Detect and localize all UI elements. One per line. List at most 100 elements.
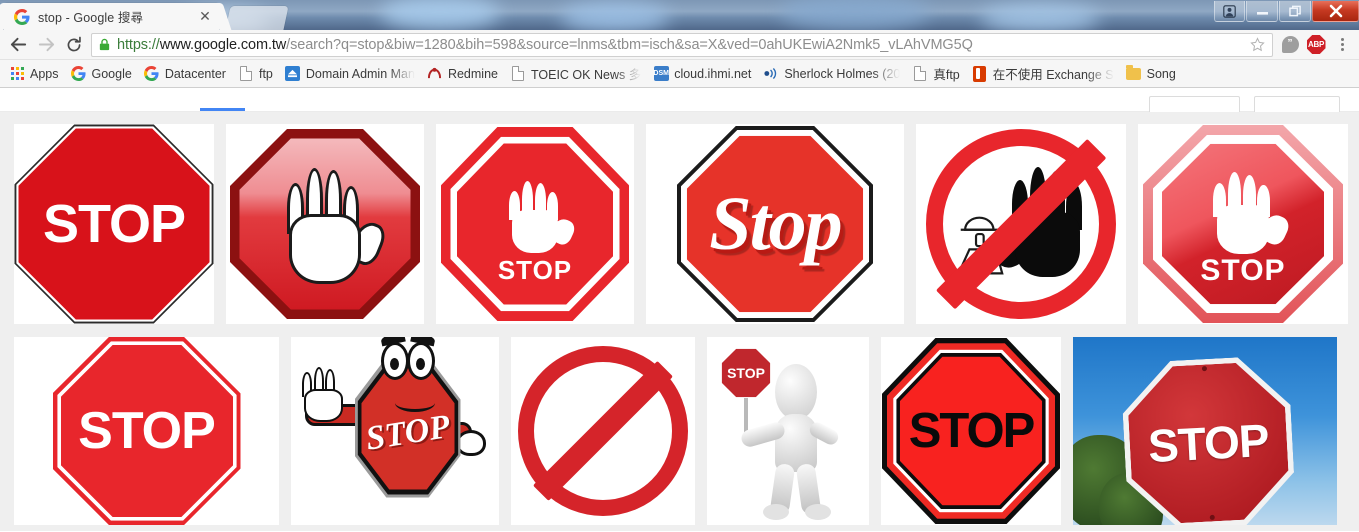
hand-symbol xyxy=(301,366,347,422)
hand-symbol xyxy=(508,179,578,253)
image-result-prohibition-black-hand-sign[interactable] xyxy=(916,124,1126,324)
document-icon xyxy=(238,66,254,82)
image-result-prohibition-empty-sign[interactable] xyxy=(511,337,695,525)
bookmark-label: Datacenter xyxy=(164,66,226,81)
person-icon xyxy=(1223,4,1236,18)
restore-button[interactable] xyxy=(1279,1,1311,22)
back-arrow-icon xyxy=(10,37,26,52)
forward-button xyxy=(32,32,60,58)
search-tabs-bar xyxy=(0,88,1359,112)
adblock-plus-icon: ABP xyxy=(1306,35,1326,54)
image-result-3d-figure-holding-stop-sign[interactable]: STOP xyxy=(707,337,869,525)
image-result-white-border-stop-sign[interactable]: STOP xyxy=(14,337,279,525)
image-result-black-text-stop-sign[interactable]: STOP xyxy=(881,337,1061,525)
bookmark-star-icon[interactable] xyxy=(1250,36,1266,53)
window-controls xyxy=(1213,0,1359,24)
bookmark-sherlock-holmes[interactable]: Sherlock Holmes (20 xyxy=(758,64,907,84)
bookmark-redmine[interactable]: Redmine xyxy=(422,64,505,84)
sign-text: STOP xyxy=(1146,413,1270,473)
bookmark-apps[interactable]: Apps xyxy=(4,64,66,84)
image-results-grid: STOP STOP Stop STOP STOP STOP STOP STOP … xyxy=(0,112,1359,531)
google-g-icon xyxy=(14,8,30,25)
bookmark-label: Song xyxy=(1146,66,1176,81)
tab-title: stop - Google 搜尋 xyxy=(38,11,144,25)
url-scheme: https:// xyxy=(117,36,160,53)
browser-toolbar: https://www.google.com.tw/search?q=stop&… xyxy=(0,30,1359,60)
image-result-glossy-stop-hand-sign[interactable] xyxy=(226,124,424,324)
bookmark-google[interactable]: Google xyxy=(66,64,139,84)
aero-background-blur xyxy=(780,0,930,30)
close-button[interactable] xyxy=(1312,1,1359,22)
bookmark-label: cloud.ihmi.net xyxy=(674,66,752,81)
bookmark-label: 真ftp xyxy=(933,68,960,82)
close-icon[interactable]: ✕ xyxy=(197,8,213,25)
aero-background-blur xyxy=(560,2,670,30)
image-result-stop-sign-plain-octagon[interactable]: STOP xyxy=(14,124,214,324)
browser-tab-strip: stop - Google 搜尋 ✕ xyxy=(0,0,1359,30)
document-icon xyxy=(510,66,526,82)
chrome-menu-button[interactable] xyxy=(1329,32,1355,58)
bookmark-label: Apps xyxy=(30,66,59,81)
bookmark-label: TOEIC OK News 多 xyxy=(530,68,642,82)
google-g-icon xyxy=(144,66,160,82)
office-icon xyxy=(972,65,988,82)
forward-arrow-icon xyxy=(38,37,54,52)
image-result-photo-stop-sign-sky[interactable]: STOP xyxy=(1073,337,1337,525)
bookmark-datacenter[interactable]: Datacenter xyxy=(139,64,233,84)
background-tab[interactable] xyxy=(225,6,289,30)
image-results-row: STOP xyxy=(0,124,1359,324)
user-profile-button[interactable] xyxy=(1214,1,1245,22)
sign-text: STOP xyxy=(497,255,573,285)
tab-stop-google-search[interactable]: stop - Google 搜尋 ✕ xyxy=(4,3,219,30)
image-result-3d-stop-word-sign[interactable]: Stop xyxy=(646,124,904,324)
chrome-menu-icon xyxy=(1340,38,1344,51)
hangouts-extension-button[interactable]: ” xyxy=(1277,32,1303,58)
image-results-row: STOP xyxy=(0,337,1359,525)
sign-text: STOP xyxy=(42,194,186,254)
bookmark-cloud-ihmi-net[interactable]: DSM cloud.ihmi.net xyxy=(648,64,758,84)
image-result-red-outline-hand-stop-sign[interactable]: STOP xyxy=(436,124,634,324)
page-viewport: STOP STOP Stop STOP STOP STOP STOP STOP … xyxy=(0,88,1359,531)
document-icon xyxy=(912,66,928,82)
bookmark-exchange-note[interactable]: 在不使用 Exchange S xyxy=(967,62,1121,85)
active-search-tab-indicator xyxy=(200,108,245,111)
audio-icon xyxy=(763,66,779,82)
reload-button[interactable] xyxy=(60,32,88,58)
bookmark-real-ftp[interactable]: 真ftp xyxy=(907,62,966,85)
url-path: /search?q=stop&biw=1280&bih=598&source=l… xyxy=(286,36,973,53)
reload-icon xyxy=(67,36,81,51)
image-result-cartoon-stop-mascot[interactable]: STOP xyxy=(291,337,499,525)
search-settings-button[interactable] xyxy=(1254,96,1340,112)
aero-background-blur xyxy=(380,0,500,30)
sign-text: STOP xyxy=(78,402,216,460)
back-button[interactable] xyxy=(4,32,32,58)
bookmark-domain-admin-manager[interactable]: Domain Admin Man xyxy=(280,64,422,84)
hand-symbol xyxy=(1212,170,1292,254)
image-result-glossy-hand-stop-caption-sign[interactable]: STOP xyxy=(1138,124,1348,324)
bookmark-label: Google xyxy=(91,66,132,81)
google-g-icon xyxy=(71,66,87,82)
address-bar[interactable]: https://www.google.com.tw/search?q=stop&… xyxy=(91,32,1273,57)
search-tools-button[interactable] xyxy=(1149,96,1240,112)
dsm-icon: DSM xyxy=(653,66,669,82)
sign-text: Stop xyxy=(709,181,842,266)
sign-text: STOP xyxy=(908,404,1036,458)
figure-with-sign: STOP xyxy=(713,342,863,520)
minimize-icon xyxy=(1256,12,1268,15)
hand-symbol xyxy=(282,164,389,284)
bookmarks-bar: Apps Google Datacenter ftp Domain Admin … xyxy=(0,60,1359,88)
minimize-button[interactable] xyxy=(1246,1,1278,22)
mascot-figure: STOP xyxy=(301,337,488,519)
sign-text: STOP xyxy=(727,365,765,381)
blue-square-icon xyxy=(285,66,301,82)
sign-text: STOP xyxy=(1200,254,1286,287)
url-text: https://www.google.com.tw/search?q=stop&… xyxy=(117,37,1248,53)
bookmark-song[interactable]: Song xyxy=(1121,64,1183,84)
adblock-plus-extension-button[interactable]: ABP xyxy=(1303,32,1329,58)
bookmark-ftp[interactable]: ftp xyxy=(233,64,280,84)
bookmark-label: Domain Admin Man xyxy=(305,66,415,81)
bookmark-label: 在不使用 Exchange S xyxy=(992,68,1114,82)
bookmark-toeic-ok-news[interactable]: TOEIC OK News 多 xyxy=(505,62,648,85)
redmine-icon xyxy=(427,66,443,82)
url-host: www.google.com.tw xyxy=(159,36,287,53)
